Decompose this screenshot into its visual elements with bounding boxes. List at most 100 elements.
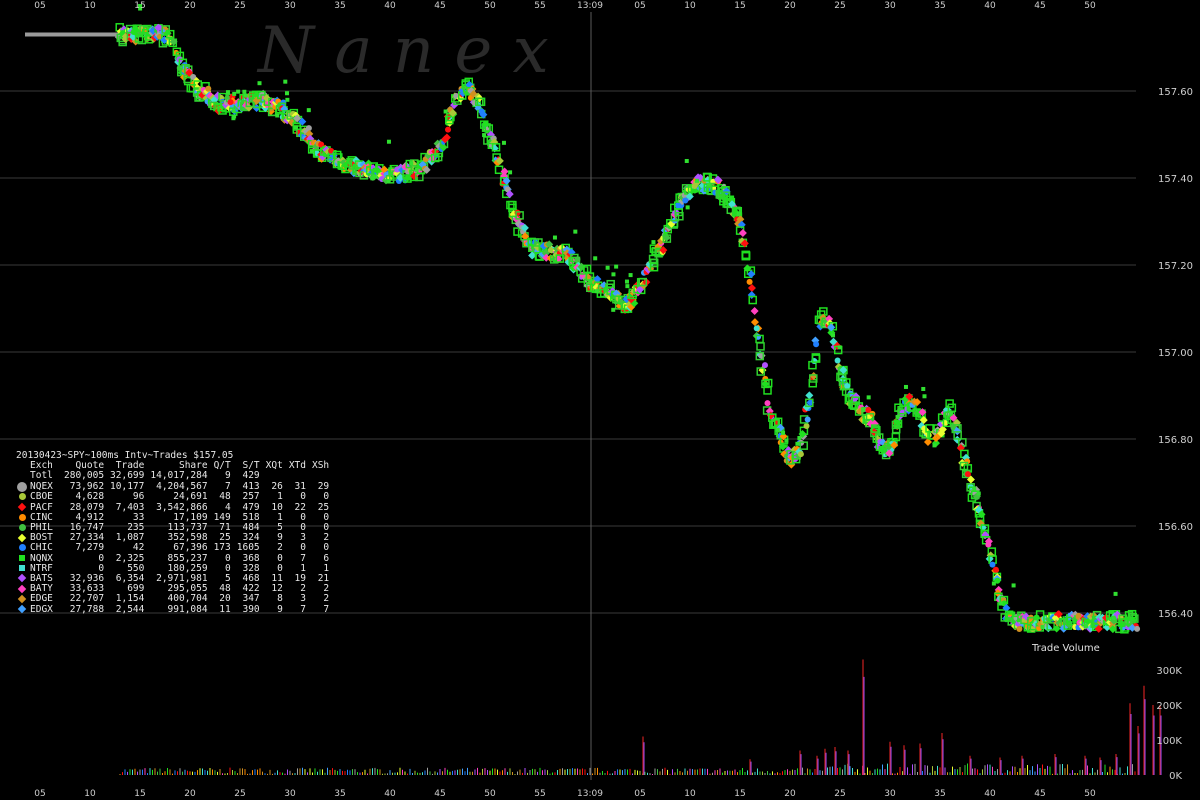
outlier-trade-point (861, 407, 866, 412)
trade-point (574, 256, 581, 263)
outlier-trade-point (242, 89, 247, 94)
legend-xsh: 0 (323, 542, 330, 554)
outlier-trade-point (594, 289, 599, 294)
outlier-trade-point (685, 205, 690, 210)
outlier-trade-point (588, 279, 593, 284)
outlier-trade-point (593, 256, 598, 261)
outlier-trade-point (651, 240, 656, 245)
trade-point (834, 357, 841, 364)
legend-marker (16, 604, 28, 615)
price-tick-label: 157.00 (1158, 348, 1193, 359)
trade-point (227, 99, 234, 106)
outlier-trade-point (386, 178, 391, 183)
outlier-trade-point (1084, 623, 1089, 628)
legend-marker (16, 513, 28, 523)
legend-marker (16, 594, 28, 604)
legend-exchange: EDGX (30, 603, 53, 615)
outlier-trade-point (784, 438, 789, 443)
outlier-trade-point (922, 394, 927, 399)
x-tick-label-top: 15 (734, 1, 745, 11)
x-tick-label-top: 40 (384, 1, 396, 11)
legend-marker-icon (19, 565, 25, 572)
legend-share: 67,396 (173, 542, 208, 554)
outlier-trade-point (285, 97, 290, 102)
x-tick-label-top: 45 (1034, 1, 1045, 11)
legend-marker (16, 471, 28, 481)
trade-point (1016, 625, 1023, 632)
trade-point (478, 108, 485, 115)
legend-quote: 27,788 (69, 603, 105, 615)
legend-trade: 96 (132, 491, 145, 503)
x-tick-label-bottom: 25 (234, 789, 245, 799)
outlier-trade-point (903, 384, 908, 389)
legend-share: 991,084 (167, 603, 208, 615)
outlier-trade-point (736, 211, 741, 216)
x-axis-bottom: 05 10 15 20 25 30 35 40 45 50 55 13:09 05 10 15 20 25 30 3… (34, 789, 1096, 799)
legend-qt: 11 (219, 603, 231, 615)
x-tick-label-top: 20 (784, 1, 796, 11)
outlier-trade-point (837, 345, 842, 350)
legend-row: EDGX 27,788 2,544 991,084 11 390 9 7 7 (16, 603, 329, 615)
legend-marker (16, 523, 28, 533)
x-tick-label-bottom: 45 (1034, 789, 1045, 799)
legend-rows: Totl 280,005 32,699 14,017,284 9 429 NQEX 73,96… (16, 471, 329, 614)
trade-point (964, 471, 971, 478)
x-tick-label-top: 50 (1084, 1, 1096, 11)
legend-marker-icon (18, 544, 26, 552)
legend-xtd: 0 (300, 542, 306, 554)
x-tick-label-top: 10 (84, 1, 96, 11)
x-tick-label-top: 05 (634, 1, 645, 11)
x-tick-label-bottom: 10 (684, 789, 696, 799)
legend-row: CBOE 4,628 96 24,691 48 257 1 0 0 (16, 492, 329, 502)
outlier-trade-point (283, 79, 288, 84)
outlier-trade-point (706, 182, 711, 187)
x-tick-label-bottom: 13:09 (577, 789, 603, 799)
legend-xsh: 0 (323, 491, 330, 503)
outlier-trade-point (501, 140, 506, 145)
trade-point (547, 247, 554, 254)
outlier-trade-point (236, 89, 241, 94)
outlier-trade-point (443, 109, 448, 114)
trade-point (445, 126, 452, 133)
legend-marker-icon (17, 594, 27, 604)
legend-marker-icon (18, 513, 26, 521)
legend-st: 257 (242, 491, 260, 503)
legend-qt: 48 (219, 491, 231, 503)
legend-xqt: 2 (277, 542, 283, 554)
x-tick-label-top: 35 (934, 1, 945, 11)
x-tick-label-top: 40 (984, 1, 996, 11)
trade-point (747, 283, 756, 292)
legend-header-xsh: XSh (311, 460, 330, 472)
price-tick-label: 156.80 (1158, 435, 1193, 446)
x-tick-label-top: 30 (884, 1, 896, 11)
legend-marker (16, 481, 28, 493)
x-tick-label-top: 25 (234, 1, 245, 11)
x-tick-label-bottom: 50 (484, 789, 496, 799)
outlier-trade-point (831, 333, 836, 338)
outlier-trade-point (409, 161, 414, 166)
volume-tick-label: 100K (1156, 736, 1182, 747)
trade-point (797, 451, 804, 458)
trade-point (750, 306, 759, 315)
outlier-trade-point (232, 91, 237, 96)
outlier-trade-point (948, 411, 953, 416)
legend-marker (16, 502, 28, 513)
outlier-trade-point (414, 167, 419, 172)
x-tick-label-top: 15 (134, 1, 145, 11)
x-tick-label-bottom: 20 (784, 789, 796, 799)
trade-point (805, 391, 814, 400)
legend-xqt: 1 (277, 491, 283, 503)
outlier-trade-point (1011, 583, 1016, 588)
outlier-trade-point (624, 279, 629, 284)
x-tick-label-top: 35 (334, 1, 345, 11)
outlier-trade-point (243, 93, 248, 98)
x-tick-label-bottom: 25 (834, 789, 845, 799)
x-tick-label-top: 25 (834, 1, 845, 11)
trade-point (803, 423, 810, 430)
outlier-trade-point (611, 307, 616, 312)
outlier-trade-point (306, 108, 311, 113)
outlier-trade-point (1113, 591, 1118, 596)
x-tick-label-bottom: 05 (634, 789, 645, 799)
trade-volume-label: Trade Volume (1031, 643, 1100, 654)
x-tick-label-top: 30 (284, 1, 296, 11)
